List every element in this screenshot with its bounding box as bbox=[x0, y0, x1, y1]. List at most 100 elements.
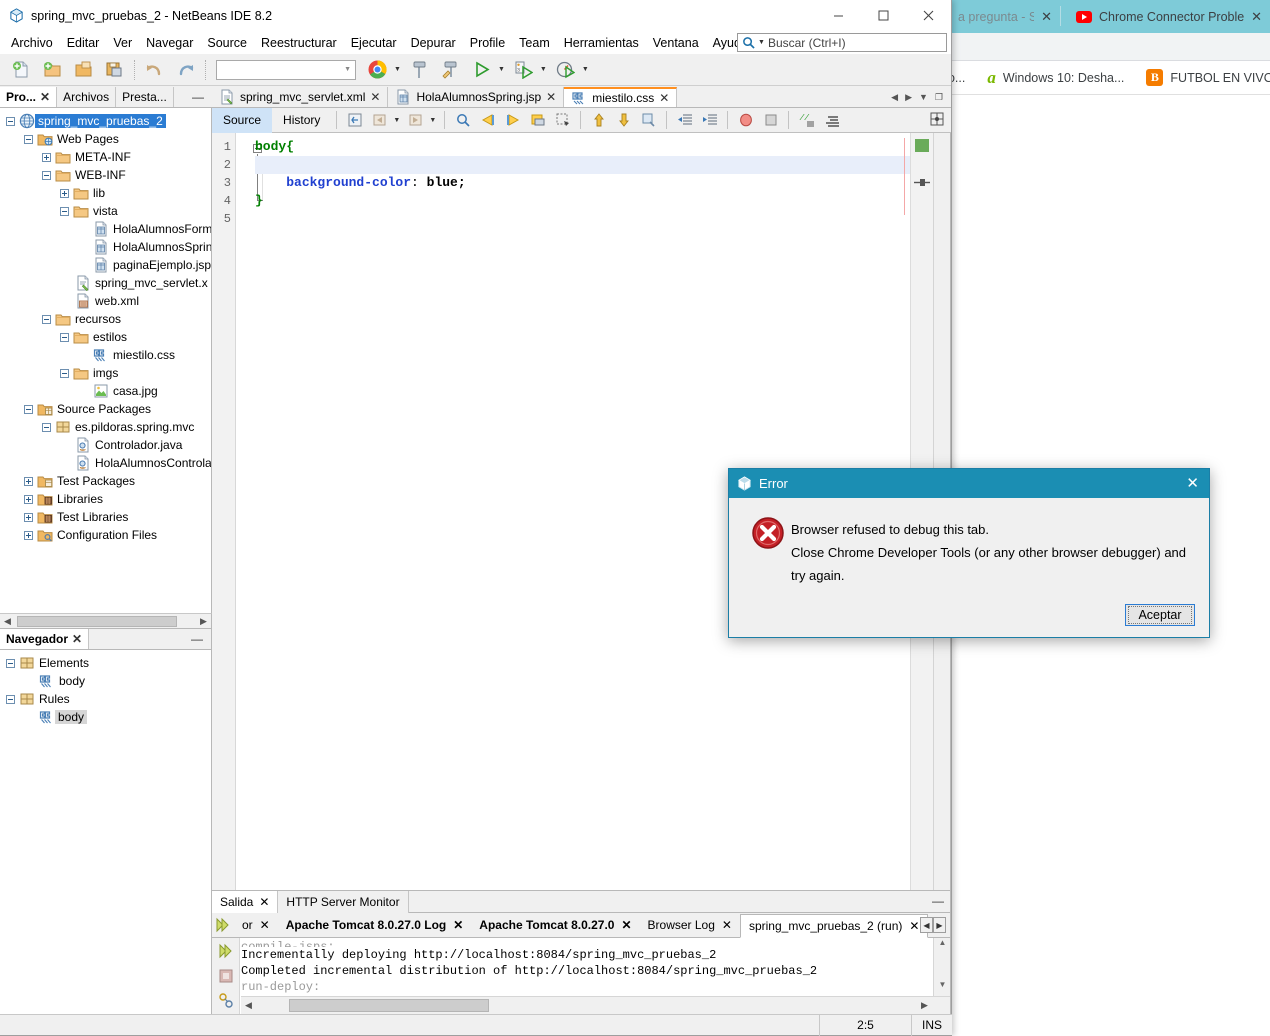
tab-source[interactable]: Source bbox=[212, 107, 273, 133]
scroll-tabs-right-icon[interactable]: ▶ bbox=[905, 92, 912, 103]
tree-node[interactable]: estilos bbox=[0, 328, 211, 346]
menu-editar[interactable]: Editar bbox=[60, 33, 107, 53]
chevron-down-icon[interactable]: ▼ bbox=[758, 39, 765, 46]
scroll-subtabs-right-icon[interactable]: ▶ bbox=[933, 917, 946, 933]
bookmark-item-futbol[interactable]: B FUTBOL EN VIVO, T bbox=[1135, 69, 1270, 86]
menu-herramientas[interactable]: Herramientas bbox=[557, 33, 646, 53]
menu-depurar[interactable]: Depurar bbox=[404, 33, 463, 53]
tree-node[interactable]: spring_mvc_pruebas_2 bbox=[0, 112, 211, 130]
expand-node-icon[interactable] bbox=[24, 476, 33, 486]
editor-tab-spring-mvc-servlet-xml[interactable]: spring_mvc_servlet.xml ✕ bbox=[212, 87, 389, 107]
tree-node[interactable]: Test Libraries bbox=[0, 508, 211, 526]
menu-navegar[interactable]: Navegar bbox=[139, 33, 200, 53]
uncomment-icon[interactable] bbox=[819, 109, 844, 131]
tab-history[interactable]: History bbox=[272, 108, 331, 133]
tree-node[interactable]: es.pildoras.spring.mvc bbox=[0, 418, 211, 436]
tree-node[interactable]: body bbox=[0, 708, 211, 726]
maximize-editor-icon[interactable]: ❐ bbox=[935, 92, 943, 103]
subtab-or[interactable]: or ✕ bbox=[234, 913, 278, 937]
scroll-up-icon[interactable]: ▲ bbox=[934, 938, 950, 954]
output-vscrollbar[interactable]: ▲ ▼ bbox=[933, 938, 950, 1014]
menu-reestructurar[interactable]: Reestructurar bbox=[254, 33, 344, 53]
menu-archivo[interactable]: Archivo bbox=[4, 33, 60, 53]
menu-profile[interactable]: Profile bbox=[463, 33, 512, 53]
tree-node[interactable]: vista bbox=[0, 202, 211, 220]
tree-node[interactable]: miestilo.css bbox=[0, 346, 211, 364]
collapse-node-icon[interactable] bbox=[6, 658, 15, 668]
scroll-thumb[interactable] bbox=[289, 999, 489, 1012]
collapse-node-icon[interactable] bbox=[6, 694, 15, 704]
chevron-down-icon[interactable]: ▼ bbox=[582, 66, 589, 73]
chevron-down-icon[interactable]: ▼ bbox=[498, 66, 505, 73]
scroll-thumb[interactable] bbox=[17, 615, 177, 627]
tree-node[interactable]: Configuration Files bbox=[0, 526, 211, 544]
previous-bookmark-icon[interactable] bbox=[475, 109, 500, 131]
close-icon[interactable]: ✕ bbox=[40, 90, 50, 104]
collapse-node-icon[interactable] bbox=[42, 314, 51, 324]
tree-node[interactable]: META-INF bbox=[0, 148, 211, 166]
previous-error-icon[interactable] bbox=[586, 109, 611, 131]
clean-build-project-icon[interactable] bbox=[435, 56, 466, 84]
subtab-tomcat[interactable]: Apache Tomcat 8.0.27.0 ✕ bbox=[471, 913, 639, 937]
tree-node[interactable]: imgs bbox=[0, 364, 211, 382]
forward-navigate-icon[interactable] bbox=[403, 109, 428, 131]
open-project-icon[interactable] bbox=[68, 56, 99, 84]
refresh-icon[interactable] bbox=[342, 109, 367, 131]
tree-node[interactable]: HolaAlumnosControlad bbox=[0, 454, 211, 472]
tab-http-server-monitor[interactable]: HTTP Server Monitor bbox=[278, 891, 409, 913]
expand-node-icon[interactable] bbox=[24, 494, 33, 504]
tree-node[interactable]: WEB-INF bbox=[0, 166, 211, 184]
last-edit-icon[interactable] bbox=[636, 109, 661, 131]
scroll-track[interactable] bbox=[15, 614, 196, 628]
tree-node[interactable]: Controlador.java bbox=[0, 436, 211, 454]
expand-node-icon[interactable] bbox=[60, 188, 69, 198]
collapse-node-icon[interactable] bbox=[60, 332, 69, 342]
tree-node[interactable]: spring_mvc_servlet.x bbox=[0, 274, 211, 292]
chevron-down-icon[interactable]: ▼ bbox=[394, 66, 401, 73]
close-icon[interactable]: ✕ bbox=[722, 918, 732, 932]
tree-node[interactable]: HolaAlumnosSprin bbox=[0, 238, 211, 256]
project-configuration-select[interactable]: ▼ bbox=[216, 59, 356, 80]
scroll-left-icon[interactable]: ◀ bbox=[0, 616, 15, 627]
expand-node-icon[interactable] bbox=[42, 152, 51, 162]
chevron-down-icon[interactable]: ▼ bbox=[540, 66, 547, 73]
minimize-navigator-button[interactable]: — bbox=[183, 629, 211, 649]
new-file-icon[interactable] bbox=[6, 56, 37, 84]
tab-salida[interactable]: Salida ✕ bbox=[212, 891, 279, 913]
output-content[interactable]: compile-jsps: Incrementally deploying htt… bbox=[212, 938, 950, 1014]
tree-node[interactable]: lib bbox=[0, 184, 211, 202]
menu-ver[interactable]: Ver bbox=[106, 33, 139, 53]
maximize-button[interactable] bbox=[861, 0, 906, 31]
minimize-button[interactable] bbox=[816, 0, 861, 31]
tree-node[interactable]: Source Packages bbox=[0, 400, 211, 418]
scroll-down-icon[interactable]: ▼ bbox=[934, 980, 950, 996]
stop-output-icon[interactable] bbox=[212, 963, 240, 988]
collapse-node-icon[interactable] bbox=[60, 206, 69, 216]
output-hscrollbar[interactable]: ◀ ▶ bbox=[241, 996, 950, 1014]
collapse-node-icon[interactable] bbox=[60, 368, 69, 378]
close-icon[interactable]: ✕ bbox=[546, 90, 556, 104]
expand-node-icon[interactable] bbox=[24, 530, 33, 540]
browser-tab-stackoverflow[interactable]: a pregunta - St ✕ bbox=[950, 0, 1060, 33]
browser-tab-chrome-connector[interactable]: Chrome Connector Problem ✕ bbox=[1068, 0, 1270, 33]
search-input[interactable]: ▼ Buscar (Ctrl+I) bbox=[737, 33, 947, 52]
close-icon[interactable]: ✕ bbox=[453, 918, 463, 932]
close-icon[interactable]: ✕ bbox=[1251, 9, 1262, 25]
scroll-right-icon[interactable]: ▶ bbox=[196, 616, 211, 627]
toggle-breakpoint-icon[interactable] bbox=[733, 109, 758, 131]
back-navigate-icon[interactable] bbox=[367, 109, 392, 131]
close-icon[interactable]: ✕ bbox=[259, 895, 269, 909]
menu-ventana[interactable]: Ventana bbox=[646, 33, 706, 53]
find-selection-icon[interactable] bbox=[450, 109, 475, 131]
close-icon[interactable]: ✕ bbox=[659, 91, 669, 105]
close-icon[interactable]: ✕ bbox=[370, 90, 380, 104]
scroll-left-icon[interactable]: ◀ bbox=[241, 1000, 256, 1011]
tab-projects[interactable]: Pro... ✕ bbox=[0, 87, 58, 107]
close-icon[interactable]: ✕ bbox=[260, 918, 270, 932]
save-all-icon[interactable] bbox=[99, 56, 130, 84]
collapse-node-icon[interactable] bbox=[24, 134, 33, 144]
navigator-tree[interactable]: Elements body Rules body bbox=[0, 650, 211, 1014]
next-bookmark-icon[interactable] bbox=[500, 109, 525, 131]
comment-icon[interactable]: // bbox=[794, 109, 819, 131]
tab-files[interactable]: Archivos bbox=[57, 87, 117, 107]
